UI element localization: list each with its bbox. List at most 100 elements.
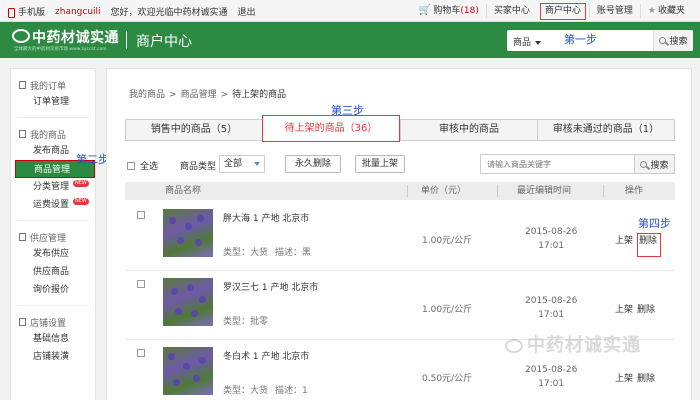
edit-time: 2015-08-26 17:01 <box>525 227 578 251</box>
step4-annotation: 第四步 <box>638 217 671 230</box>
sidebar-section-shop: 店铺设置 基础信息 店铺装潢 <box>11 314 95 366</box>
product-attributes: 类型：批零 <box>223 317 269 327</box>
delete-button[interactable]: 删除 <box>637 305 655 315</box>
breadcrumb-goods-management[interactable]: 商品管理 <box>181 90 217 100</box>
row-checkbox[interactable] <box>137 211 145 219</box>
permanent-delete-button[interactable]: 永久删除 <box>285 155 341 173</box>
select-all[interactable]: 全选 <box>127 159 158 172</box>
column-price: 单价（元） <box>421 186 467 196</box>
product-attributes: 类型：大货 描述：1 <box>223 386 308 396</box>
product-thumbnail[interactable] <box>163 347 213 395</box>
header-search: 商品 第一步 搜索 <box>507 30 693 51</box>
top-bar-left: 手机版 zhangcuili 您好，欢迎光临中药材诚实通 退出 <box>8 5 256 18</box>
tab-on-sale[interactable]: 销售中的商品（5） <box>126 120 262 140</box>
flower-shape <box>195 239 202 246</box>
sidebar-divider <box>17 220 89 221</box>
breadcrumb: 我的商品 > 商品管理 > 待上架的商品 <box>129 87 286 100</box>
list-button[interactable]: 上架 <box>615 236 633 246</box>
list-button[interactable]: 上架 <box>615 374 633 384</box>
tab-review-failed[interactable]: 审核未通过的商品（1） <box>537 120 674 140</box>
row-checkbox[interactable] <box>137 349 145 357</box>
row-checkbox[interactable] <box>137 280 145 288</box>
step2-annotation: 第二步 <box>76 153 109 166</box>
mobile-link[interactable]: 手机版 <box>8 5 45 18</box>
breadcrumb-current: 待上架的商品 <box>232 90 287 100</box>
goods-type-select[interactable]: 全部 <box>219 155 265 173</box>
goods-search-input[interactable] <box>481 155 631 173</box>
buyer-center-link[interactable]: 买家中心 <box>485 4 537 18</box>
tab-pending-listing[interactable]: 待上架的商品（36） <box>262 115 400 142</box>
sidebar-item-supply-goods[interactable]: 供应商品 <box>11 263 95 281</box>
column-divider <box>497 185 498 197</box>
watermark-logo-icon <box>505 339 523 353</box>
merchant-center-link[interactable]: 商户中心 <box>539 2 586 20</box>
logo[interactable]: 中药材诚实通 全球最大的中药材交易市场 www.zyccst.com <box>12 27 122 53</box>
favorites-link[interactable]: ★ 收藏夹 <box>639 4 692 18</box>
flower-shape <box>168 353 175 360</box>
sidebar-item-shop-decoration[interactable]: 店铺装潢 <box>11 348 95 366</box>
edit-time: 2015-08-26 17:01 <box>525 296 578 320</box>
product-name[interactable]: 罗汉三七 1 产地 北京市 <box>223 280 318 293</box>
flower-shape <box>169 217 176 224</box>
logo-mark-icon <box>12 29 30 43</box>
page-title: 商户中心 <box>136 34 192 50</box>
supply-icon <box>19 233 26 241</box>
sidebar-item-basic-info[interactable]: 基础信息 <box>11 330 95 348</box>
search-icon <box>659 37 667 44</box>
select-all-checkbox[interactable] <box>127 161 135 170</box>
logout-link[interactable]: 退出 <box>238 5 256 18</box>
delete-button[interactable]: 删除 <box>637 233 662 257</box>
product-name[interactable]: 冬白术 1 产地 北京市 <box>223 349 309 362</box>
sidebar-divider <box>17 305 89 306</box>
edit-time: 2015-08-26 17:01 <box>525 365 578 389</box>
cart-count: (18) <box>460 6 479 16</box>
sidebar: 我的订单 订单管理 我的商品 发布商品 商品管理 分类管理 NEW 运费设置 NEW… <box>10 68 96 400</box>
search-icon <box>640 160 648 168</box>
column-edit-time: 最近编辑时间 <box>517 186 572 196</box>
sidebar-item-publish-supply[interactable]: 发布供应 <box>11 245 95 263</box>
flower-shape <box>185 223 192 230</box>
breadcrumb-separator: > <box>169 90 177 100</box>
tab-under-review[interactable]: 审核中的商品 <box>400 120 537 140</box>
cart-link[interactable]: 🛒 购物车(18) <box>412 4 486 18</box>
row-actions: 上架 删除 <box>615 302 659 315</box>
search-category-select[interactable]: 商品 <box>513 35 542 48</box>
goods-tabs: 销售中的商品（5） 待上架的商品（36） 审核中的商品 审核未通过的商品（1） <box>125 115 675 142</box>
username[interactable]: zhangcuili <box>55 7 101 17</box>
sidebar-heading: 我的商品 <box>11 126 95 142</box>
product-name[interactable]: 胖大海 1 产地 北京市 <box>223 211 309 224</box>
list-button[interactable]: 上架 <box>615 305 633 315</box>
star-icon: ★ <box>647 6 656 16</box>
account-management-link[interactable]: 账号管理 <box>588 4 640 18</box>
product-thumbnail[interactable] <box>163 209 213 257</box>
header-divider <box>126 31 127 49</box>
top-bar-right: 🛒 购物车(18) 买家中心 商户中心 账号管理 ★ 收藏夹 <box>412 0 692 22</box>
flower-shape <box>171 288 178 295</box>
header-search-button[interactable]: 搜索 <box>653 30 693 51</box>
table-row: 罗汉三七 1 产地 北京市 类型：批零 1.00元/公斤 2015-08-26 1… <box>125 272 675 340</box>
sidebar-section-goods: 我的商品 发布商品 商品管理 分类管理 NEW 运费设置 NEW <box>11 126 95 214</box>
phone-icon <box>8 7 15 18</box>
product-price: 1.00元/公斤 <box>422 305 473 315</box>
product-price: 0.50元/公斤 <box>422 374 473 384</box>
sidebar-item-category-management[interactable]: 分类管理 NEW <box>11 178 95 196</box>
new-badge: NEW <box>73 198 89 205</box>
goods-type-label: 商品类型 <box>180 162 217 172</box>
goods-search-button[interactable]: 搜索 <box>634 155 674 173</box>
flower-shape <box>191 310 198 317</box>
batch-list-button[interactable]: 批量上架 <box>355 155 405 173</box>
sidebar-item-inquiry-quote[interactable]: 询价报价 <box>11 281 95 299</box>
flower-shape <box>183 363 190 370</box>
breadcrumb-my-goods[interactable]: 我的商品 <box>129 90 165 100</box>
sidebar-item-order-management[interactable]: 订单管理 <box>11 93 95 111</box>
logo-subtitle: 全球最大的中药材交易市场 www.zyccst.com <box>14 47 107 52</box>
delete-button[interactable]: 删除 <box>637 374 655 384</box>
new-badge: NEW <box>73 180 89 187</box>
flower-shape <box>187 284 194 291</box>
flower-shape <box>175 308 182 315</box>
product-thumbnail[interactable] <box>163 278 213 326</box>
goods-search: 搜索 <box>480 154 675 174</box>
sidebar-item-shipping-settings[interactable]: 运费设置 NEW <box>11 196 95 214</box>
table-row: 胖大海 1 产地 北京市 类型：大货 描述：黑 1.00元/公斤 2015-08-… <box>125 203 675 271</box>
toolbar: 全选 商品类型 全部 永久删除 批量上架 搜索 <box>125 154 675 174</box>
